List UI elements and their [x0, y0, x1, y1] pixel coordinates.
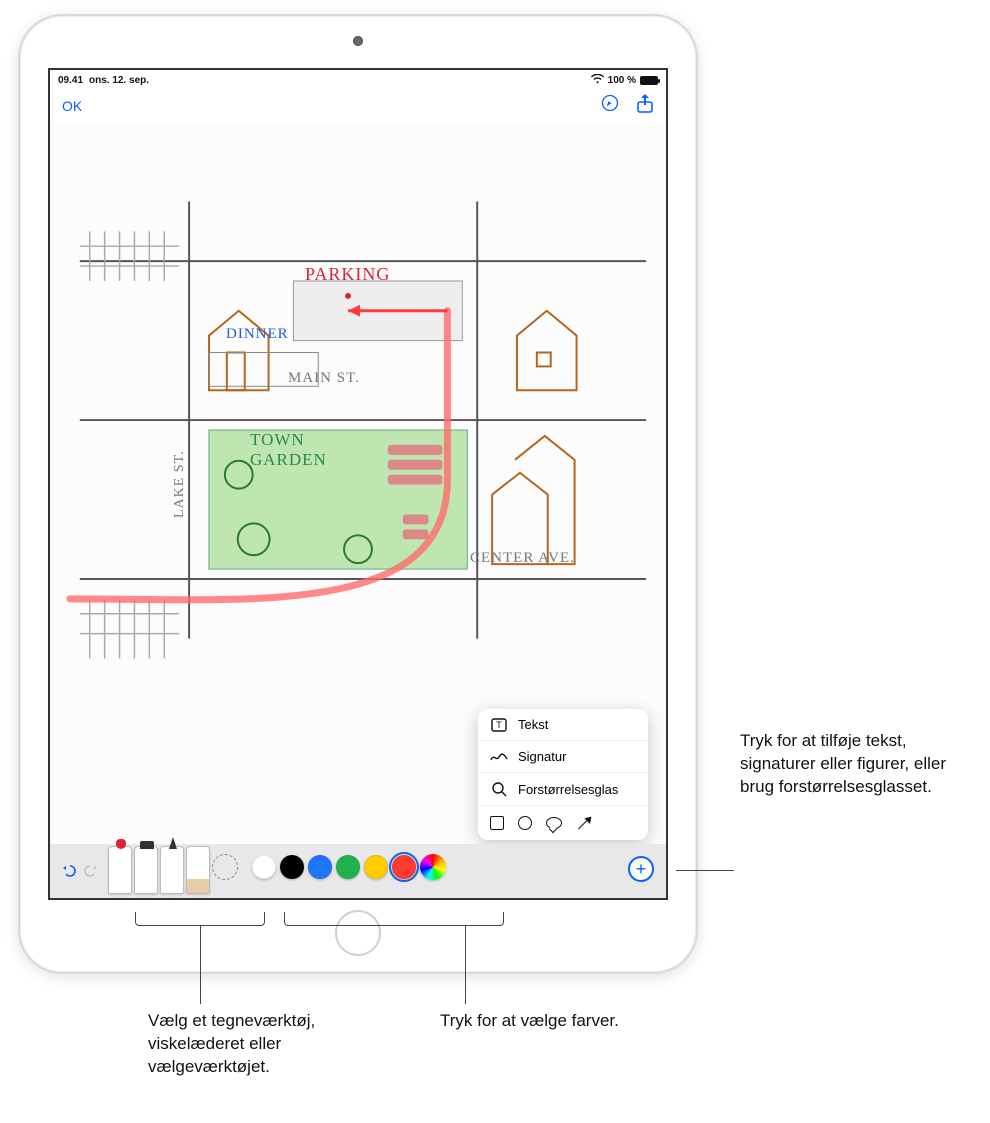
- tool-marker[interactable]: [108, 846, 132, 894]
- status-time: 09.41: [58, 75, 83, 86]
- undo-button[interactable]: [58, 860, 78, 880]
- signature-icon: [490, 751, 508, 763]
- add-button[interactable]: +: [628, 856, 654, 882]
- nav-bar: OK: [50, 90, 666, 122]
- redo-button: [82, 860, 102, 880]
- status-date: ons. 12. sep.: [89, 75, 149, 86]
- ok-button[interactable]: OK: [62, 98, 82, 114]
- share-icon[interactable]: [636, 93, 654, 118]
- screen: 09.41 ons. 12. sep. 100 % OK: [48, 68, 668, 900]
- color-picker-wheel[interactable]: [420, 854, 446, 880]
- color-swatch[interactable]: [308, 855, 332, 879]
- markup-pen-icon[interactable]: [600, 93, 620, 118]
- sketch-label-main-st: MAIN ST.: [288, 370, 360, 387]
- callout-bracket-colors: [284, 912, 504, 926]
- ipad-frame: 09.41 ons. 12. sep. 100 % OK: [18, 14, 698, 974]
- callout-line: [676, 870, 734, 871]
- callout-line: [200, 926, 201, 1004]
- battery-icon: [640, 76, 658, 85]
- sketch-label-dinner: DINNER: [226, 326, 289, 343]
- menu-item-label: Tekst: [518, 717, 548, 732]
- color-swatch[interactable]: [392, 855, 416, 879]
- tool-eraser[interactable]: [186, 846, 210, 894]
- menu-shapes-row: [478, 806, 648, 840]
- color-swatches: [252, 854, 446, 880]
- color-swatch[interactable]: [336, 855, 360, 879]
- tool-highlighter[interactable]: [134, 846, 158, 894]
- menu-item-magnifier[interactable]: Forstørrelsesglas: [478, 773, 648, 806]
- color-swatch[interactable]: [280, 855, 304, 879]
- sketch-label-garden: GARDEN: [250, 450, 327, 470]
- sketch-label-lake-st: LAKE ST.: [172, 450, 188, 518]
- tool-lasso[interactable]: [212, 854, 238, 880]
- status-bar: 09.41 ons. 12. sep. 100 %: [50, 70, 666, 90]
- menu-item-text[interactable]: T Tekst: [478, 709, 648, 741]
- tool-group: [108, 846, 238, 894]
- callout-line: [465, 926, 466, 1004]
- battery-pct: 100 %: [608, 75, 636, 86]
- tool-pencil[interactable]: [160, 846, 184, 894]
- text-box-icon: T: [490, 718, 508, 732]
- sketch-label-center-ave: CENTER AVE.: [470, 550, 575, 567]
- shape-arrow-icon[interactable]: [578, 817, 590, 829]
- add-menu-popup: T Tekst Signatur Forstørrelsesglas: [478, 709, 648, 840]
- sketch-label-town: TOWN: [250, 430, 305, 450]
- callout-colors: Tryk for at vælge farver.: [440, 1010, 619, 1033]
- menu-item-signature[interactable]: Signatur: [478, 741, 648, 773]
- magnifier-icon: [490, 781, 508, 797]
- shape-speech-bubble-icon[interactable]: [546, 817, 562, 829]
- svg-text:T: T: [496, 720, 502, 730]
- shape-circle-icon[interactable]: [518, 816, 532, 830]
- callout-add: Tryk for at tilføje tekst, signaturer el…: [740, 730, 970, 799]
- callout-bracket-tools: [135, 912, 265, 926]
- menu-item-label: Forstørrelsesglas: [518, 782, 618, 797]
- camera-dot: [353, 36, 363, 46]
- color-swatch[interactable]: [252, 855, 276, 879]
- color-swatch[interactable]: [364, 855, 388, 879]
- callout-tools: Vælg et tegneværktøj, viskelæderet eller…: [148, 1010, 348, 1079]
- wifi-icon: [591, 74, 604, 87]
- shape-rectangle-icon[interactable]: [490, 816, 504, 830]
- menu-item-label: Signatur: [518, 749, 566, 764]
- sketch-label-parking: PARKING: [305, 264, 390, 285]
- markup-toolbar: +: [50, 844, 666, 898]
